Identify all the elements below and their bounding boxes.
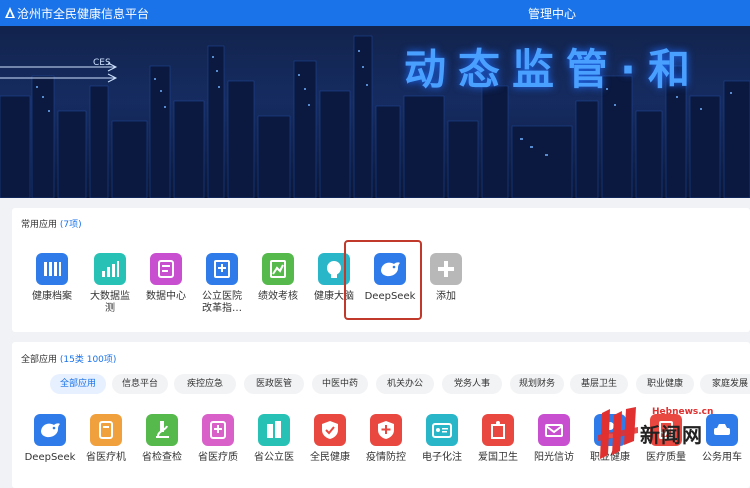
news-site: Hebnews.cn <box>652 407 714 417</box>
mail-icon <box>538 414 570 446</box>
performance-icon <box>262 253 294 285</box>
all-app-label: 全民健康 <box>310 452 350 463</box>
category-tab[interactable]: 医政医管 <box>244 374 304 394</box>
category-tab[interactable]: 基层卫生 <box>570 374 628 394</box>
category-tab[interactable]: 党务人事 <box>442 374 502 394</box>
category-tab[interactable]: 规划财务 <box>510 374 564 394</box>
all-app-label: 省检查检 <box>142 452 182 463</box>
hero-banner: CES 动态监管·和 <box>0 26 750 198</box>
common-app-performance[interactable]: 绩效考核 <box>250 253 306 303</box>
common-app-label: 数据中心 <box>146 291 186 302</box>
platform-title: 沧州市全民健康信息平台 <box>17 7 150 21</box>
news-watermark: Hebnews.cn 新闻网 <box>596 405 736 465</box>
all-app-label: 省公立医 <box>254 452 294 463</box>
chart-icon <box>94 253 126 285</box>
medical-institution-icon <box>90 414 122 446</box>
common-app-data-center[interactable]: 数据中心 <box>138 253 194 303</box>
common-app-archive[interactable]: 健康档案 <box>24 253 80 303</box>
patriotic-health-icon <box>482 414 514 446</box>
all-app-label: 电子化注 <box>422 452 462 463</box>
app-logo-icon <box>5 7 15 18</box>
top-bar: 沧州市全民健康信息平台 管理中心 <box>0 0 750 26</box>
all-app-label: 省医疗机 <box>86 452 126 463</box>
common-app-hospital[interactable]: 公立医院 改革指… <box>194 253 250 315</box>
all-app-label: 疫情防控 <box>366 452 406 463</box>
category-tab[interactable]: 中医中药 <box>312 374 368 394</box>
hospital-icon <box>206 253 238 285</box>
common-app-label: 绩效考核 <box>258 291 298 302</box>
all-app-deepseek[interactable]: DeepSeek <box>22 414 78 464</box>
category-tab[interactable]: 信息平台 <box>112 374 168 394</box>
common-app-label: 健康档案 <box>32 291 72 302</box>
all-app-medical-institution[interactable]: 省医疗机 <box>78 414 134 464</box>
common-app-plus[interactable]: 添加 <box>418 253 474 303</box>
common-app-label: 公立医院 改革指… <box>202 291 242 314</box>
all-app-label: 爱国卫生 <box>478 452 518 463</box>
common-apps-title: 常用应用 (7项) <box>21 220 82 230</box>
shield-icon <box>314 414 346 446</box>
news-name: 新闻网 <box>640 423 703 447</box>
banner-headline: 动态监管·和 <box>404 45 702 94</box>
category-tab[interactable]: 职业健康 <box>636 374 694 394</box>
all-app-id-card[interactable]: 电子化注 <box>414 414 470 464</box>
quality-icon <box>202 414 234 446</box>
management-center-link[interactable]: 管理中心 <box>528 5 576 22</box>
id-card-icon <box>426 414 458 446</box>
deepseek-icon <box>34 414 66 446</box>
microscope-icon <box>146 414 178 446</box>
category-tab[interactable]: 全部应用 <box>50 374 106 394</box>
category-tab[interactable]: 疾控应急 <box>174 374 236 394</box>
archive-icon <box>36 253 68 285</box>
news-logo-icon <box>598 407 638 459</box>
deepseek-highlight-box <box>344 240 422 320</box>
all-app-label: DeepSeek <box>24 452 76 463</box>
epidemic-icon <box>370 414 402 446</box>
common-app-chart[interactable]: 大数据监 测 <box>82 253 138 315</box>
all-app-shield[interactable]: 全民健康 <box>302 414 358 464</box>
all-app-epidemic[interactable]: 疫情防控 <box>358 414 414 464</box>
category-tab[interactable]: 机关办公 <box>376 374 434 394</box>
all-app-label: 省医疗质 <box>198 452 238 463</box>
banner-small-text: CES <box>93 58 111 68</box>
all-app-building[interactable]: 省公立医 <box>246 414 302 464</box>
data-center-icon <box>150 253 182 285</box>
common-app-label: 大数据监 测 <box>90 291 130 314</box>
common-app-label: 添加 <box>436 291 456 302</box>
plus-icon <box>430 253 462 285</box>
building-icon <box>258 414 290 446</box>
all-app-label: 阳光信访 <box>534 452 574 463</box>
category-tab[interactable]: 家庭发展 <box>700 374 750 394</box>
all-app-quality[interactable]: 省医疗质 <box>190 414 246 464</box>
all-app-microscope[interactable]: 省检查检 <box>134 414 190 464</box>
all-app-mail[interactable]: 阳光信访 <box>526 414 582 464</box>
all-app-patriotic-health[interactable]: 爱国卫生 <box>470 414 526 464</box>
all-apps-title: 全部应用 (15类 100项) <box>21 355 117 365</box>
